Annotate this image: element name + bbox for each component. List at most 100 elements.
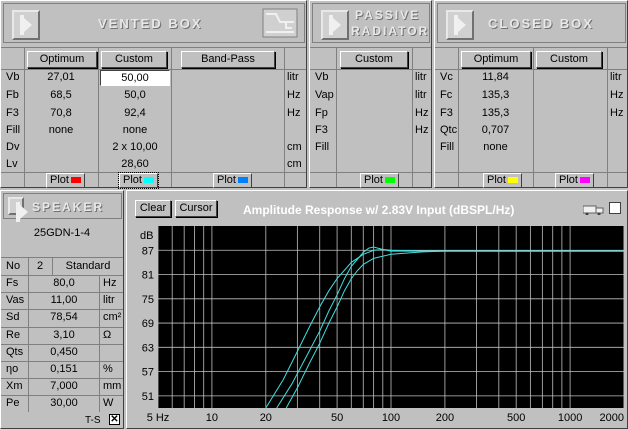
truck-icon[interactable] bbox=[583, 203, 605, 215]
vented-vb-custom-input[interactable]: 50,00 bbox=[100, 70, 170, 86]
closed-row-qtc-label: Qtc bbox=[440, 124, 458, 136]
vented-box-title: VENTED BOX bbox=[98, 16, 203, 31]
vented-optimum-plot-button[interactable]: Plot bbox=[46, 173, 85, 188]
closed-optimum-plot-button[interactable]: Plot bbox=[483, 173, 522, 188]
speaker-logo-icon bbox=[12, 10, 40, 40]
passive-row-fill-label: Fill bbox=[315, 141, 330, 153]
speaker-panel: SPEAKER 25GDN-1-4 No 2 Standard T-S ✕ Fs… bbox=[0, 190, 124, 429]
x-tick-label: 10 bbox=[206, 412, 218, 424]
closed-box-header: CLOSED BOX bbox=[437, 3, 626, 43]
speaker-param-label: Qts bbox=[6, 345, 24, 358]
passive-row-fp-label: Fp bbox=[315, 107, 328, 119]
speaker-param-unit: Ω bbox=[103, 328, 112, 341]
passive-row-vap-unit: litr bbox=[415, 89, 427, 101]
vented-row-dv-unit: cm bbox=[287, 141, 302, 153]
speaker-param-value[interactable]: 0,151 bbox=[29, 361, 99, 378]
closed-row-qtc-optimum: 0,707 bbox=[481, 124, 510, 136]
vented-row-fb-custom[interactable]: 50,0 bbox=[99, 87, 171, 104]
vented-row-lv-label: Lv bbox=[6, 158, 18, 170]
y-tick-label: 75 bbox=[142, 294, 154, 306]
speaker-model-name[interactable]: 25GDN-1-4 bbox=[3, 225, 121, 242]
vented-row-f3-label: F3 bbox=[6, 107, 19, 119]
speaker-param-value[interactable]: 3,10 bbox=[29, 327, 99, 344]
speaker-mode-value[interactable]: Standard bbox=[55, 258, 121, 275]
vented-row-lv-custom[interactable]: 28,60 bbox=[99, 156, 171, 173]
vented-custom-plot-button[interactable]: Plot bbox=[118, 172, 159, 189]
vented-custom-button[interactable]: Custom bbox=[101, 51, 167, 68]
plot-color-swatch bbox=[143, 177, 154, 184]
y-tick-label: 69 bbox=[142, 318, 154, 330]
passive-plot-button[interactable]: Plot bbox=[360, 173, 399, 188]
closed-row-fc-unit: Hz bbox=[610, 89, 624, 101]
closed-row-fill-optimum: none bbox=[483, 141, 508, 153]
speaker-logo-icon bbox=[321, 10, 349, 40]
speaker-number-value[interactable]: 2 bbox=[31, 258, 49, 275]
vented-row-f3-unit: Hz bbox=[287, 107, 301, 119]
vented-row-vb-optimum: 27,01 bbox=[47, 71, 75, 83]
vented-optimum-button[interactable]: Optimum bbox=[27, 51, 97, 68]
vented-row-vb-label: Vb bbox=[6, 71, 20, 83]
speaker-param-value[interactable]: 30,00 bbox=[29, 395, 99, 412]
plot-color-swatch bbox=[384, 177, 395, 184]
vented-row-fill-label: Fill bbox=[6, 124, 21, 136]
speaker-param-value[interactable]: 80,0 bbox=[29, 275, 99, 292]
x-tick-label: 100 bbox=[382, 412, 400, 424]
vented-bandpass-plot-button[interactable]: Plot bbox=[213, 173, 252, 188]
closed-custom-plot-button[interactable]: Plot bbox=[555, 173, 594, 188]
vented-row-f3-custom[interactable]: 92,4 bbox=[99, 105, 171, 122]
speaker-header: SPEAKER bbox=[3, 193, 122, 222]
speaker-param-label: Xm bbox=[6, 380, 23, 393]
chart-option-checkbox[interactable] bbox=[609, 202, 621, 214]
vented-row-fill-custom[interactable]: none bbox=[99, 122, 171, 139]
speaker-title: SPEAKER bbox=[32, 200, 105, 214]
passive-custom-button[interactable]: Custom bbox=[340, 51, 408, 68]
speaker-param-value[interactable]: 7,000 bbox=[29, 378, 99, 395]
y-tick-label: 81 bbox=[142, 270, 154, 282]
speaker-param-label: Re bbox=[6, 328, 21, 341]
x-tick-label: 20 bbox=[260, 412, 272, 424]
y-axis-label: dB bbox=[140, 230, 153, 242]
x-tick-label: 200 bbox=[436, 412, 454, 424]
speaker-param-value[interactable]: 11,00 bbox=[29, 292, 99, 309]
speaker-param-label: Sd bbox=[6, 311, 20, 324]
closed-custom-button[interactable]: Custom bbox=[536, 51, 602, 68]
vented-row-dv-label: Dv bbox=[6, 141, 20, 153]
vented-row-dv-custom[interactable]: 2 x 10,00 bbox=[99, 139, 171, 156]
closed-row-vc-optimum: 11,84 bbox=[482, 71, 509, 83]
plot-color-swatch bbox=[579, 177, 590, 184]
passive-radiator-header: PASSIVE RADIATOR bbox=[312, 3, 430, 43]
vented-box-header: VENTED BOX bbox=[3, 3, 305, 43]
chart-title: Amplitude Response w/ 2.83V Input (dBSPL… bbox=[243, 203, 515, 217]
closed-row-fc-label: Fc bbox=[440, 89, 453, 101]
passive-radiator-title-2: RADIATOR bbox=[351, 24, 430, 38]
speaker-param-unit bbox=[101, 344, 121, 361]
chart-cursor-button[interactable]: Cursor bbox=[175, 200, 217, 217]
speaker-logo-icon bbox=[446, 10, 474, 40]
passive-row-f3-label: F3 bbox=[315, 124, 328, 136]
plot-color-swatch bbox=[70, 177, 81, 184]
closed-row-f3-label: F3 bbox=[440, 107, 453, 119]
chart-clear-button[interactable]: Clear bbox=[135, 200, 171, 217]
vented-box-panel: VENTED BOX Optimum Custom Band-Pass Vb 2… bbox=[0, 0, 307, 189]
passive-radiator-title-1: PASSIVE bbox=[355, 8, 421, 22]
ts-checkbox[interactable]: ✕ bbox=[109, 414, 120, 425]
x-tick-label: 50 bbox=[331, 412, 343, 424]
passive-radiator-panel: PASSIVE RADIATOR Custom Vb litr Vap litr… bbox=[309, 0, 432, 188]
vented-row-fb-unit: Hz bbox=[287, 89, 301, 101]
passive-row-vap-label: Vap bbox=[315, 89, 334, 101]
closed-box-title: CLOSED BOX bbox=[488, 16, 594, 31]
closed-box-panel: CLOSED BOX Optimum Custom Vc 11,84 litr … bbox=[434, 0, 628, 188]
vented-row-f3-optimum: 70,8 bbox=[50, 107, 72, 119]
y-tick-label: 63 bbox=[142, 342, 154, 354]
vented-box-icon bbox=[262, 8, 298, 38]
closed-optimum-button[interactable]: Optimum bbox=[461, 51, 531, 68]
speaker-param-unit: Hz bbox=[103, 277, 117, 289]
passive-row-vb-label: Vb bbox=[315, 71, 329, 83]
plot-color-swatch bbox=[237, 177, 248, 184]
closed-row-fc-optimum: 135,3 bbox=[481, 89, 510, 101]
x-tick-label: 5 Hz bbox=[147, 412, 170, 424]
y-tick-label: 51 bbox=[142, 391, 154, 403]
speaker-param-value[interactable]: 78,54 bbox=[29, 309, 99, 326]
speaker-param-value[interactable]: 0,450 bbox=[29, 344, 99, 361]
vented-bandpass-button[interactable]: Band-Pass bbox=[181, 51, 275, 68]
